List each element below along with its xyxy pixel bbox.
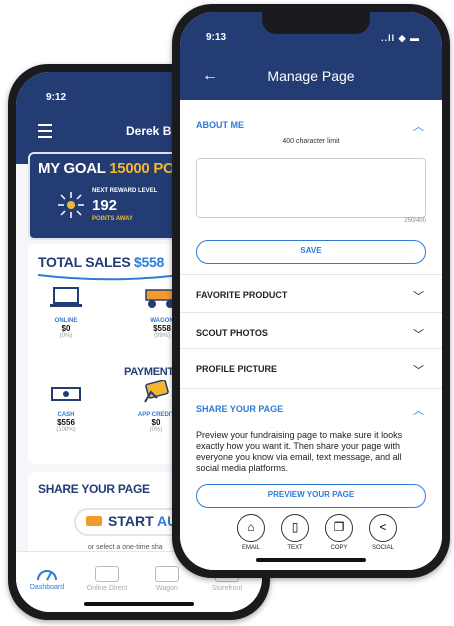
start-prefix: START (108, 513, 154, 529)
back-status-time: 9:12 (46, 92, 67, 103)
sales-item-pct: (0%) (59, 333, 73, 339)
section-title: FAVORITE PRODUCT (196, 290, 288, 300)
profile-picture-header[interactable]: PROFILE PICTURE ﹀ (196, 364, 426, 377)
chevron-up-icon: ︿ (413, 405, 424, 417)
laptop-icon (95, 566, 119, 582)
sales-item-online: ONLINE $0 (0%) (36, 286, 96, 339)
total-sales-prefix: TOTAL SALES (38, 254, 131, 270)
chevron-down-icon: ﹀ (413, 329, 424, 341)
share-icons-row: ⌂ EMAIL ▯ TEXT ❐ COPY < SOCIAL (234, 514, 404, 560)
front-status-time: 9:13 (206, 32, 227, 43)
sales-item-value: $556 (57, 418, 75, 427)
email-icon: ⌂ (237, 514, 265, 542)
share-icon-label: SOCIAL (371, 545, 394, 551)
sales-item-cash: CASH $556 (100%) (36, 384, 96, 433)
share-icon-label: EMAIL (241, 545, 260, 551)
preview-page-button[interactable]: PREVIEW YOUR PAGE (196, 484, 426, 508)
sales-item-pct: (100%) (56, 427, 76, 433)
share-title: SHARE YOUR PAGE (38, 482, 150, 496)
divider (180, 274, 442, 275)
points-away-label: POINTS AWAY (92, 216, 133, 222)
tag-icon (86, 516, 102, 526)
swoosh-decoration (38, 273, 188, 281)
share-email-button[interactable]: ⌂ EMAIL (234, 514, 268, 551)
sales-item-value: $0 (61, 324, 71, 333)
user-name: Derek B. (126, 124, 175, 138)
share-copy-button[interactable]: ❐ COPY (322, 514, 356, 551)
divider (180, 388, 442, 389)
tab-label: Online Direct (86, 585, 128, 592)
share-text-button[interactable]: ▯ TEXT (278, 514, 312, 551)
share-icon-label: COPY (330, 545, 348, 551)
scout-photos-header[interactable]: SCOUT PHOTOS ﹀ (196, 328, 426, 341)
front-phone-screen: 9:13 ..ll ◆ ▬ ← Manage Page ABOUT ME ︿ 4… (180, 12, 442, 570)
social-icon: < (369, 514, 397, 542)
divider (180, 348, 442, 349)
cash-icon (51, 387, 81, 401)
char-limit-text: 400 character limit (282, 138, 340, 145)
about-me-textarea[interactable] (196, 158, 426, 218)
tab-label: Wagon (156, 585, 178, 592)
page-title: Manage Page (267, 68, 355, 84)
credit-card-icon (144, 379, 169, 403)
save-button[interactable]: SAVE (196, 240, 426, 264)
starburst-icon (58, 192, 84, 218)
points-away-number: 192 (92, 197, 118, 214)
tab-dashboard[interactable]: Dashboard (22, 566, 72, 591)
share-social-button[interactable]: < SOCIAL (366, 514, 400, 551)
section-title: SCOUT PHOTOS (196, 328, 268, 338)
share-icon-label: TEXT (287, 545, 303, 551)
tab-online-direct[interactable]: Online Direct (82, 566, 132, 592)
share-title: SHARE YOUR PAGE (196, 404, 284, 414)
share-description: Preview your fundraising page to make su… (196, 430, 403, 473)
dashboard-icon (37, 570, 57, 581)
about-me-title: ABOUT ME (196, 120, 244, 130)
one-time-share-text: or select a one-time sha (88, 544, 163, 551)
manage-page-body: ABOUT ME ︿ 400 character limit 250/400 S… (180, 100, 442, 570)
favorite-product-header[interactable]: FAVORITE PRODUCT ﹀ (196, 290, 426, 303)
tab-label: Dashboard (29, 584, 65, 591)
total-sales-title: TOTAL SALES $558 (38, 254, 164, 270)
notch (262, 12, 370, 34)
goal-prefix: MY GOAL (38, 160, 106, 177)
chevron-down-icon: ﹀ (413, 291, 424, 303)
laptop-icon (50, 287, 82, 307)
divider (180, 312, 442, 313)
char-counter: 250/400 (404, 218, 426, 224)
next-reward-label: NEXT REWARD LEVEL (92, 188, 158, 194)
home-indicator[interactable] (256, 558, 366, 562)
front-phone: 9:13 ..ll ◆ ▬ ← Manage Page ABOUT ME ︿ 4… (172, 4, 450, 578)
text-icon: ▯ (281, 514, 309, 542)
chevron-up-icon: ︿ (413, 121, 424, 133)
wagon-icon (155, 566, 179, 582)
total-sales-amount: $558 (133, 254, 164, 270)
home-indicator[interactable] (84, 602, 194, 606)
about-me-header[interactable]: ABOUT ME ︿ (196, 120, 426, 133)
copy-icon: ❐ (325, 514, 353, 542)
chevron-down-icon: ﹀ (413, 365, 424, 377)
hamburger-menu-icon[interactable] (38, 124, 52, 138)
share-your-page-header[interactable]: SHARE YOUR PAGE ︿ (196, 404, 426, 417)
section-title: PROFILE PICTURE (196, 364, 278, 374)
status-icons: ..ll ◆ ▬ (381, 33, 420, 43)
tab-label: Storefront (211, 585, 243, 592)
